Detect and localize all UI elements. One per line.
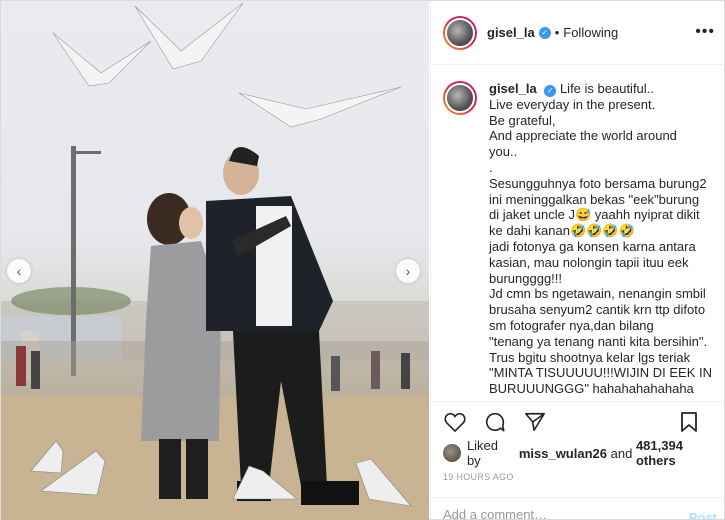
caption-line: brusaha senyum2 cantik krn ttp difoto	[489, 302, 706, 318]
chevron-left-icon: ‹	[16, 263, 22, 279]
comment-button[interactable]	[483, 410, 507, 434]
liker-avatar[interactable]	[443, 444, 461, 462]
caption-line: BURUUUNGGG" hahahahahahaha	[489, 381, 694, 397]
caption-line: Sesungguhnya foto bersama burung2	[489, 175, 707, 191]
share-button[interactable]	[523, 410, 547, 434]
post-header: gisel_la ✓ • Following •••	[431, 1, 725, 65]
comments-section[interactable]: gisel_la ✓ Life is beautiful.. Live ever…	[431, 65, 725, 401]
caption-avatar[interactable]	[443, 81, 477, 115]
post-timestamp[interactable]: 19 HOURS AGO	[443, 472, 514, 482]
caption-line: jadi fotonya ga konsen karna antara	[489, 239, 696, 255]
caption-line: sm fotografer nya,dan bilang	[489, 318, 654, 334]
caption-line: Life is beautiful..	[559, 81, 654, 96]
next-photo-button[interactable]: ›	[396, 259, 420, 283]
likes-summary: Liked by miss_wulan26 and 481,394 others	[443, 438, 725, 468]
verified-badge-icon: ✓	[538, 26, 551, 39]
caption-line: And appreciate the world around	[489, 128, 677, 144]
likes-count[interactable]: 481,394 others	[636, 438, 725, 468]
caption-line: ini meninggalkan bekas "eek"burung	[489, 191, 700, 207]
caption-line: "tenang ya tenang nanti kita bersihin".	[489, 333, 708, 349]
caption-text: gisel_la ✓ Life is beautiful.. Live ever…	[489, 81, 715, 397]
likes-and: and	[610, 445, 633, 461]
bookmark-icon	[681, 412, 697, 432]
liker-username[interactable]: miss_wulan26	[519, 446, 607, 461]
more-options-icon[interactable]: •••	[695, 23, 715, 41]
caption-line: Be grateful,	[489, 112, 556, 128]
caption-username[interactable]: gisel_la	[489, 81, 537, 96]
caption-line: Live everyday in the present.	[489, 96, 656, 112]
author-username[interactable]: gisel_la	[487, 25, 535, 40]
save-button[interactable]	[677, 410, 701, 434]
caption: gisel_la ✓ Life is beautiful.. Live ever…	[443, 81, 715, 397]
caption-line: ke dahi kanan🤣🤣🤣🤣	[489, 223, 635, 239]
heart-icon	[444, 412, 466, 432]
caption-line: kasian, mau nolongin tapii ituu eek	[489, 254, 689, 270]
previous-photo-button[interactable]: ‹	[7, 259, 31, 283]
post-photo[interactable]: ‹ ›	[1, 1, 429, 520]
verified-badge-icon: ✓	[544, 84, 557, 97]
instagram-post: ‹ › gisel_la ✓ • Following ••• gisel_la …	[0, 0, 725, 520]
likes-prefix: Liked by	[466, 438, 499, 468]
comment-icon	[485, 412, 505, 432]
action-bar	[431, 401, 725, 441]
caption-line: Jd cmn bs ngetawain, nenangin smbil	[489, 286, 706, 302]
caption-line: .	[489, 160, 493, 176]
caption-line: di jaket uncle J😅 yaahh nyiprat dikit	[489, 207, 700, 223]
chevron-right-icon: ›	[405, 263, 411, 279]
caption-line: Trus bgitu shootnya kelar lgs teriak	[489, 349, 691, 365]
separator-dot: •	[554, 25, 560, 40]
caption-line: you..	[489, 144, 518, 160]
caption-line: "MINTA TISUUUUU!!!WIJIN DI EEK IN	[489, 365, 712, 381]
post-comment-button[interactable]: Post	[689, 510, 717, 520]
comment-input[interactable]	[443, 507, 683, 520]
caption-line: burungggg!!!	[489, 270, 563, 286]
author-avatar[interactable]	[443, 15, 477, 50]
photo-scene	[1, 2, 429, 520]
like-button[interactable]	[443, 410, 467, 434]
following-button[interactable]: Following	[563, 25, 618, 40]
share-icon	[525, 412, 545, 431]
add-comment-bar: Post	[431, 497, 725, 520]
post-sidebar: gisel_la ✓ • Following ••• gisel_la ✓ Li…	[430, 1, 725, 520]
